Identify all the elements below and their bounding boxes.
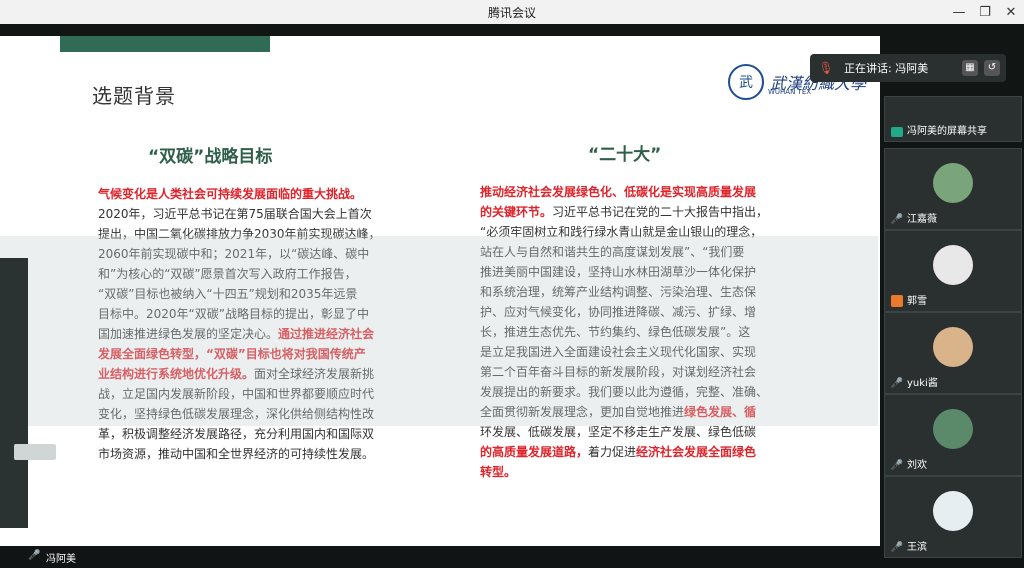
paragraph-line: 革，积极调整经济发展路径，充分利用国内和国际双 bbox=[98, 424, 418, 444]
line-tail: 着力促进 bbox=[588, 445, 637, 459]
participant-list: 冯阿美的屏幕共享 🎤 江嘉薇 郭雪 🎤 yuki酱 🎤 刘欢 🎤 王滨 bbox=[884, 96, 1024, 568]
self-view-label: 🎤 冯阿美 bbox=[28, 546, 148, 568]
avatar bbox=[933, 245, 973, 285]
mic-icon: 🎤 bbox=[890, 541, 904, 553]
mic-icon: 🎤 bbox=[890, 213, 904, 225]
paragraph-line: 的关键环节。习近平总书记在党的二十大报告中指出， bbox=[480, 202, 810, 222]
slide-top-band bbox=[60, 36, 270, 52]
line-text: 革，积极调整经济发展路径，充分利用国内和国际双 bbox=[98, 427, 375, 441]
line-text: 气候变化是人类社会可持续发展面临的重大挑战。 bbox=[98, 187, 363, 201]
user-icon bbox=[891, 295, 903, 307]
line-text: 转型。 bbox=[480, 465, 517, 479]
participant-tile[interactable]: 郭雪 bbox=[884, 230, 1022, 312]
meeting-stage: 选题背景 武 武漢紡織大學 WUHAN TEX “双碳”战略目标 “二十大” 气… bbox=[0, 24, 1024, 565]
layout-toggle-icon[interactable]: ▦ bbox=[962, 60, 978, 76]
active-speaker-label: 正在讲话: 冯阿美 bbox=[844, 62, 929, 75]
line-text: 推动经济社会发展绿色化、低碳化是实现高质量发展 bbox=[480, 185, 757, 199]
back-arrow-icon[interactable]: ↺ bbox=[984, 60, 1000, 76]
left-side-panel bbox=[0, 258, 56, 528]
slide-heading: 选题背景 bbox=[92, 84, 176, 108]
line-text: 2020年，习近平总书记在第75届联合国大会上首次 bbox=[98, 207, 372, 221]
video-overlay-band bbox=[0, 236, 878, 426]
participant-tile[interactable]: 🎤 刘欢 bbox=[884, 394, 1022, 476]
minimize-button[interactable]: — bbox=[946, 0, 972, 24]
close-button[interactable]: ✕ bbox=[998, 0, 1024, 24]
university-seal-icon: 武 bbox=[728, 64, 764, 100]
speaking-mic-icon: 🎙 bbox=[818, 61, 834, 75]
mic-icon: 🎤 bbox=[28, 550, 41, 561]
paragraph-line: 推动经济社会发展绿色化、低碳化是实现高质量发展 bbox=[480, 182, 810, 202]
logo-en: WUHAN TEX bbox=[768, 88, 812, 96]
mic-icon: 🎤 bbox=[890, 459, 904, 471]
participant-name: 冯阿美的屏幕共享 bbox=[907, 126, 987, 137]
participant-tile[interactable]: 🎤 江嘉薇 bbox=[884, 148, 1022, 230]
avatar bbox=[933, 409, 973, 449]
active-speaker-indicator: 🎙 正在讲话: 冯阿美 ▦ ↺ bbox=[810, 54, 1006, 82]
right-column-title: “二十大” bbox=[588, 145, 662, 165]
left-column-title: “双碳”战略目标 bbox=[148, 147, 273, 167]
avatar bbox=[933, 327, 973, 367]
line-text: 的高质量发展道路， bbox=[480, 445, 589, 459]
paragraph-line: 市场资源，推动中国和全世界经济的可持续性发展。 bbox=[98, 444, 418, 464]
screen-share-icon bbox=[891, 127, 903, 137]
participant-tile[interactable]: 🎤 王滨 bbox=[884, 476, 1022, 558]
paragraph-line: 转型。 bbox=[480, 462, 810, 482]
title-bar: 腾讯会议 — ❐ ✕ bbox=[0, 0, 1024, 24]
participant-tile[interactable]: 🎤 yuki酱 bbox=[884, 312, 1022, 394]
line-text: 环发展、低碳发展，坚定不移走生产发展、绿色低碳 bbox=[480, 425, 757, 439]
paragraph-line: 2020年，习近平总书记在第75届联合国大会上首次 bbox=[98, 204, 418, 224]
participant-name: 江嘉薇 bbox=[907, 214, 937, 225]
participant-name: 郭雪 bbox=[907, 296, 927, 307]
mic-icon: 🎤 bbox=[890, 377, 904, 389]
avatar bbox=[933, 491, 973, 531]
paragraph-line: 的高质量发展道路，着力促进经济社会发展全面绿色 bbox=[480, 442, 810, 462]
self-name: 冯阿美 bbox=[46, 553, 76, 565]
restore-button[interactable]: ❐ bbox=[972, 0, 998, 24]
shared-slide: 选题背景 武 武漢紡織大學 WUHAN TEX “双碳”战略目标 “二十大” 气… bbox=[0, 36, 880, 546]
participant-name: yuki酱 bbox=[907, 378, 938, 389]
avatar bbox=[933, 163, 973, 203]
participant-name: 刘欢 bbox=[907, 460, 927, 471]
line-text: 的关键环节。 bbox=[480, 205, 553, 219]
paragraph-line: 气候变化是人类社会可持续发展面临的重大挑战。 bbox=[98, 184, 418, 204]
window-title: 腾讯会议 bbox=[487, 6, 536, 20]
collapse-handle[interactable] bbox=[14, 444, 56, 460]
participant-name: 王滨 bbox=[907, 542, 927, 553]
line-text: 市场资源，推动中国和全世界经济的可持续性发展。 bbox=[98, 447, 375, 461]
line-tail: 习近平总书记在党的二十大报告中指出， bbox=[552, 205, 769, 219]
participant-tile[interactable]: 冯阿美的屏幕共享 bbox=[884, 96, 1022, 142]
line-tail-red: 经济社会发展全面绿色 bbox=[636, 445, 757, 459]
